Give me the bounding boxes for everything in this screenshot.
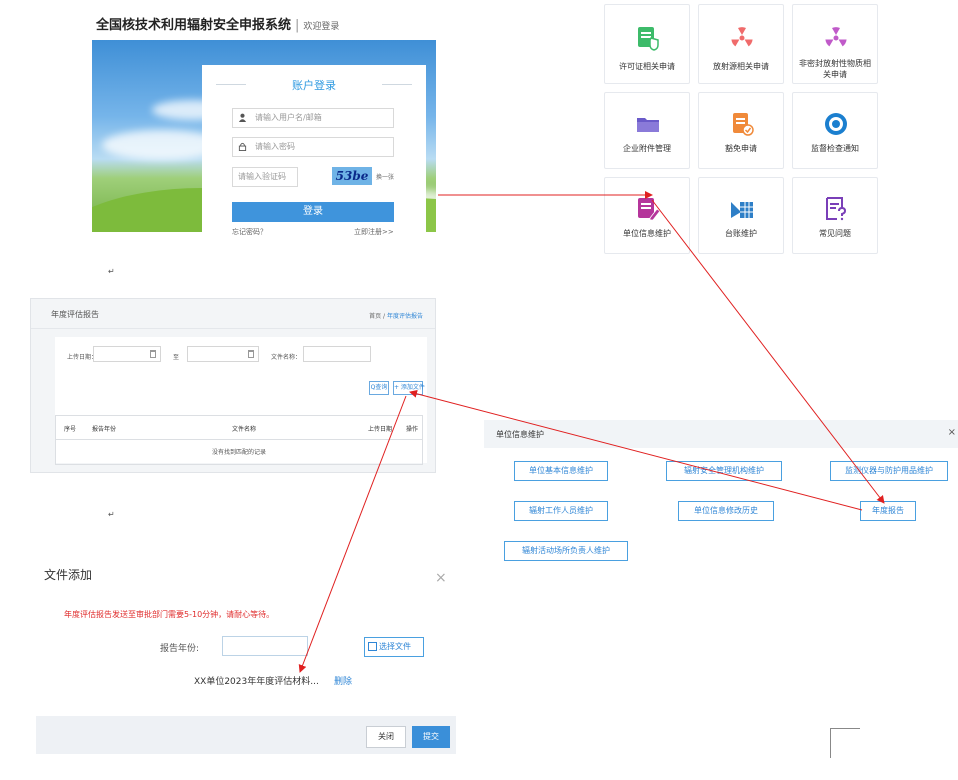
file-name-label: 文件名称：	[271, 354, 302, 361]
password-placeholder: 请输入密码	[255, 142, 295, 151]
close-icon[interactable]: ×	[948, 427, 956, 438]
add-file-button[interactable]: + 添加文件	[393, 381, 425, 395]
tile-label: 企业附件管理	[623, 144, 671, 153]
tile-label: 许可证相关申请	[619, 62, 675, 71]
tile-label-line2: 关申请	[823, 70, 847, 79]
breadcrumb: 首页 / 年度评估报告	[369, 311, 423, 320]
tile-label: 监督检查通知	[811, 144, 859, 153]
column-header-index: 序号	[64, 426, 77, 433]
breadcrumb-separator: /	[383, 313, 386, 320]
annual-report-button[interactable]: 年度报告	[860, 501, 916, 521]
title-separator: |	[295, 18, 300, 33]
report-page-title: 年度评估报告	[51, 310, 99, 319]
tile-attachment-management[interactable]: 企业附件管理	[604, 92, 690, 169]
column-header-action: 操作	[406, 426, 419, 433]
report-year-label: 报告年份:	[160, 644, 200, 654]
column-header-upload-date: 上传日期	[368, 426, 393, 433]
radiation-icon	[825, 27, 847, 47]
upload-icon	[368, 642, 377, 651]
query-button[interactable]: Q查询	[369, 381, 389, 395]
username-input[interactable]: 请输入用户名/邮箱	[232, 108, 394, 128]
close-button[interactable]: 关闭	[366, 726, 406, 748]
delete-file-link[interactable]: 删除	[334, 674, 352, 687]
table-header: 序号 报告年份 文件名称 上传日期 操作	[56, 416, 422, 440]
tile-label-line1: 非密封放射性物质相	[799, 59, 871, 68]
password-input[interactable]: 请输入密码	[232, 137, 394, 157]
report-header: 年度评估报告 首页 / 年度评估报告	[31, 299, 435, 329]
unit-info-title: 单位信息维护	[496, 430, 544, 439]
empty-table-message: 没有找到匹配的记录	[211, 449, 266, 456]
radiation-staff-button[interactable]: 辐射工作人员维护	[514, 501, 608, 521]
to-label: 至	[173, 354, 180, 361]
document-question-icon	[826, 197, 847, 221]
lock-icon	[238, 142, 247, 151]
tile-exemption-application[interactable]: 豁免申请	[698, 92, 784, 169]
system-title-text: 全国核技术利用辐射安全申报系统	[96, 18, 292, 33]
dialog-warning: 年度评估报告发送至审批部门需要5-10分钟，请耐心等待。	[64, 610, 275, 619]
selected-file-name: XX单位2023年年度评估材料...	[194, 677, 319, 687]
tile-faq[interactable]: 常见问题	[792, 177, 878, 254]
calendar-icon	[150, 350, 156, 358]
report-body: 上传日期： 至 文件名称： Q查询 + 添加文件 序号 报告年份 文件名称 上传…	[55, 337, 427, 465]
forgot-password-link[interactable]: 忘记密码？	[232, 227, 267, 237]
page-corner-mark	[830, 728, 860, 758]
dialog-title: 文件添加	[44, 568, 93, 582]
unit-info-history-button[interactable]: 单位信息修改历史	[678, 501, 774, 521]
column-header-file-name: 文件名称	[232, 426, 257, 433]
submit-button[interactable]: 提交	[412, 726, 450, 748]
breadcrumb-current: 年度评估报告	[386, 313, 423, 320]
monitoring-equipment-button[interactable]: 监测仪器与防护用品维护	[830, 461, 948, 481]
tile-radiation-source[interactable]: 放射源相关申请	[698, 4, 784, 84]
username-placeholder: 请输入用户名/邮箱	[255, 113, 322, 122]
folder-icon	[637, 118, 659, 132]
upload-date-start-input[interactable]	[93, 346, 161, 362]
calendar-icon	[248, 350, 254, 358]
tile-inspection-notice[interactable]: 监督检查通知	[792, 92, 878, 169]
tile-license-application[interactable]: 许可证相关申请	[604, 4, 690, 84]
activity-site-manager-button[interactable]: 辐射活动场所负责人维护	[504, 541, 628, 561]
paragraph-mark: ↵	[108, 510, 115, 519]
choose-file-label: 选择文件	[379, 642, 411, 651]
login-card-title: 账户登录	[202, 77, 426, 93]
tile-label: 常见问题	[819, 229, 851, 238]
captcha-image[interactable]: 53be	[332, 167, 372, 185]
tile-label: 单位信息维护	[623, 229, 671, 238]
file-name-input[interactable]	[303, 346, 371, 362]
radiation-icon	[731, 27, 753, 47]
radiation-safety-org-button[interactable]: 辐射安全管理机构维护	[666, 461, 782, 481]
breadcrumb-home[interactable]: 首页	[369, 313, 381, 320]
report-table: 序号 报告年份 文件名称 上传日期 操作 没有找到匹配的记录	[55, 415, 423, 465]
license-shield-icon	[638, 27, 659, 51]
tile-label: 放射源相关申请	[713, 62, 769, 71]
upload-date-end-input[interactable]	[187, 346, 259, 362]
tile-label: 豁免申请	[725, 144, 757, 153]
document-check-icon	[733, 113, 754, 136]
column-header-year: 报告年份	[92, 426, 117, 433]
login-button[interactable]: 登录	[232, 202, 394, 222]
captcha-input[interactable]: 请输入验证码	[232, 167, 298, 187]
report-year-input[interactable]	[222, 636, 308, 656]
ledger-icon	[731, 202, 753, 218]
choose-file-button[interactable]: 选择文件	[364, 637, 424, 657]
tile-label: 台账维护	[725, 229, 757, 238]
document-edit-icon	[638, 198, 661, 221]
unit-info-header: 单位信息维护 ×	[484, 420, 958, 448]
tile-unit-info-maintenance[interactable]: 单位信息维护	[604, 177, 690, 254]
captcha-refresh-link[interactable]: 换一张	[376, 172, 394, 181]
captcha-placeholder: 请输入验证码	[238, 172, 286, 181]
welcome-text: 欢迎登录	[303, 22, 340, 32]
system-title: 全国核技术利用辐射安全申报系统 | 欢迎登录	[96, 14, 339, 33]
close-icon[interactable]: ×	[435, 570, 447, 586]
tile-ledger-maintenance[interactable]: 台账维护	[698, 177, 784, 254]
unit-basic-info-button[interactable]: 单位基本信息维护	[514, 461, 608, 481]
register-link[interactable]: 立即注册>>	[354, 227, 394, 237]
annual-report-page: 年度评估报告 首页 / 年度评估报告 上传日期： 至 文件名称： Q查询 + 添…	[30, 298, 436, 473]
tile-unsealed-material[interactable]: 非密封放射性物质相 关申请	[792, 4, 878, 84]
paragraph-mark: ↵	[108, 267, 115, 276]
eye-icon	[825, 113, 847, 135]
user-icon	[238, 113, 247, 122]
